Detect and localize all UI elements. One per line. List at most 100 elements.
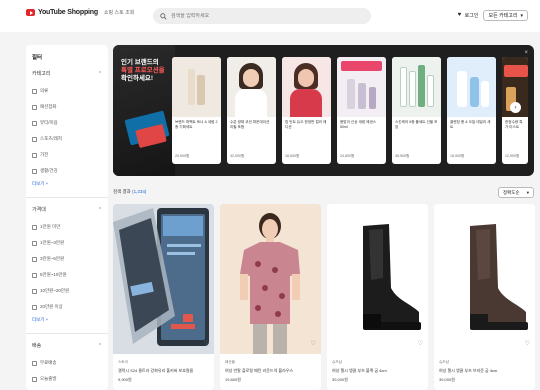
youtube-play-icon [26, 9, 35, 16]
filter-option[interactable]: 1만원 미만 [32, 219, 102, 235]
checkbox[interactable] [32, 360, 37, 366]
checkbox[interactable] [32, 304, 37, 310]
filter-section-header[interactable]: 카테고리 ⌃ [32, 70, 102, 78]
show-more-link[interactable]: 더보기 + [32, 317, 102, 323]
heart-outline-icon[interactable]: ♡ [311, 340, 316, 347]
filter-option[interactable]: 의류 [32, 83, 102, 99]
product-store: 슈즈샵 [439, 360, 449, 364]
checkbox[interactable] [32, 152, 37, 158]
filter-section-header[interactable]: 배송 ⌃ [32, 342, 102, 350]
checkbox[interactable] [32, 88, 37, 94]
results-count: (1,234) [132, 189, 147, 194]
product-image [447, 57, 496, 117]
divider [26, 333, 108, 334]
product-image [172, 57, 221, 117]
product-image [392, 57, 441, 117]
brown-chelsea-boot-image [434, 204, 535, 354]
checkbox[interactable] [32, 104, 37, 110]
filter-option-label: 오늘출발 [40, 376, 57, 381]
category-dropdown[interactable]: 모든 카테고리 ▾ [483, 10, 528, 21]
filter-option[interactable]: 뷰티/미용 [32, 115, 102, 131]
banner-product-price: 32,000원 [230, 154, 245, 158]
banner-product-card[interactable]: 스킨케어 5종 풀세트 선물 포장 45,900원 [392, 57, 441, 164]
promo-banner[interactable]: 인기 브랜드의 특별 프로모션을 확인하세요! 브랜드 퍼펙트 토너 & 세럼 … [113, 45, 534, 176]
product-image [337, 57, 386, 117]
filter-option-label: 의류 [40, 88, 49, 93]
banner-product-card[interactable]: 수분 광채 쿠션 파운데이션 리필 포함 32,000원 [227, 57, 276, 164]
filter-option[interactable]: 5만원~10만원 [32, 267, 102, 283]
chevron-right-icon[interactable]: › [510, 102, 521, 113]
checkbox[interactable] [32, 240, 37, 246]
logo-text: YouTube Shopping [38, 9, 98, 16]
filter-option-label: 무료배송 [40, 360, 57, 365]
banner-product-card[interactable]: 봄맞이 신상 세럼 에센스 50ml 24,800원 [337, 57, 386, 164]
filter-option[interactable]: 오늘출발 [32, 371, 102, 387]
close-icon[interactable]: × [524, 50, 528, 56]
promo-line: 인기 브랜드의 [121, 59, 159, 66]
banner-product-title: 브랜드 퍼펙트 토너 & 세럼 2종 기획세트 [175, 120, 218, 129]
banner-product-card[interactable]: 립 틴트 듀오 한정판 컬러 에디션 18,500원 [282, 57, 331, 164]
product-store: 스토어 [118, 360, 128, 364]
heart-outline-icon[interactable]: ♡ [204, 340, 209, 347]
filter-option[interactable]: 20만원 이상 [32, 299, 102, 315]
banner-product-price: 24,800원 [340, 154, 355, 158]
filter-section-header[interactable]: 가격대 ⌃ [32, 206, 102, 214]
filter-option[interactable]: 10만원~20만원 [32, 283, 102, 299]
chevron-up-icon: ⌃ [97, 206, 102, 213]
checkbox[interactable] [32, 136, 37, 142]
results-title: 검색 결과 [113, 189, 131, 194]
filter-option-label: 뷰티/미용 [40, 120, 58, 125]
filter-option-label: 20만원 이상 [40, 304, 63, 309]
filter-option[interactable]: 생활/건강 [32, 163, 102, 179]
checkbox[interactable] [32, 376, 37, 382]
product-card[interactable]: ♡ 스토어 갤럭시 S24 울트라 강화유리 풀커버 보호필름 9,900원 [113, 204, 214, 390]
banner-product-card[interactable]: 클렌징 폼 & 오일 데일리 세트 16,900원 [447, 57, 496, 164]
checkbox[interactable] [32, 272, 37, 278]
phone-screen-protector-image [113, 204, 214, 354]
product-card[interactable]: ♡ 패션몰 여성 반팔 플로럴 패턴 라운드넥 블라우스 19,800원 [220, 204, 321, 390]
filter-option-label: 5만원~10만원 [40, 272, 67, 277]
search-bar[interactable] [153, 8, 371, 24]
checkbox[interactable] [32, 224, 37, 230]
search-icon [160, 12, 167, 20]
filter-option[interactable]: 1만원~3만원 [32, 235, 102, 251]
filter-option[interactable]: 무료배송 [32, 355, 102, 371]
banner-product-price: 18,500원 [285, 154, 300, 158]
product-store: 슈즈샵 [332, 360, 342, 364]
sort-label: 정확도순 [503, 189, 520, 195]
banner-product-price: 45,900원 [395, 154, 410, 158]
filter-section-label: 가격대 [32, 207, 46, 213]
banner-product-card[interactable]: 브랜드 퍼펙트 토너 & 세럼 2종 기획세트 29,900원 [172, 57, 221, 164]
banner-product-price: 16,900원 [450, 154, 465, 158]
filter-option[interactable]: 3만원~5만원 [32, 251, 102, 267]
product-price: 9,900원 [118, 377, 132, 382]
banner-product-title: 한정수량 특가 미스트 [505, 120, 523, 129]
heart-outline-icon[interactable]: ♡ [418, 340, 423, 347]
youtube-shopping-logo[interactable]: YouTube Shopping 쇼핑 스토 조회 [26, 9, 134, 16]
filter-option-label: 가전 [40, 152, 49, 157]
promo-line: 특별 프로모션을 [121, 67, 165, 74]
product-title: 여성 첼시 앵클 부츠 브라운 굽 4cm [439, 368, 498, 373]
checkbox[interactable] [32, 288, 37, 294]
filter-option[interactable]: 가전 [32, 147, 102, 163]
chevron-up-icon: ⌃ [97, 70, 102, 77]
checkbox[interactable] [32, 256, 37, 262]
banner-product-title: 클렌징 폼 & 오일 데일리 세트 [450, 120, 491, 129]
product-card[interactable]: ♡ 슈즈샵 여성 첼시 앵클 부츠 브라운 굽 4cm 39,000원 [434, 204, 535, 390]
checkbox[interactable] [32, 168, 37, 174]
login-link[interactable]: ♥ 로그인 [458, 12, 479, 19]
heart-outline-icon[interactable]: ♡ [525, 340, 530, 347]
banner-product-price: 29,900원 [175, 154, 190, 158]
filter-option[interactable]: 패션잡화 [32, 99, 102, 115]
checkbox[interactable] [32, 120, 37, 126]
black-chelsea-boot-image [327, 204, 428, 354]
search-input[interactable] [171, 13, 351, 19]
product-card[interactable]: ♡ 슈즈샵 여성 첼시 앵클 부츠 블랙 굽 4cm 39,000원 [327, 204, 428, 390]
show-more-link[interactable]: 더보기 + [32, 181, 102, 187]
banner-product-title: 스킨케어 5종 풀세트 선물 포장 [395, 120, 438, 129]
product-title: 여성 첼시 앵클 부츠 블랙 굽 4cm [332, 368, 387, 373]
floral-blouse-image [220, 204, 321, 354]
filter-option[interactable]: 스포츠/레저 [32, 131, 102, 147]
sort-dropdown[interactable]: 정확도순 ▾ [498, 187, 534, 198]
product-image [327, 204, 428, 354]
